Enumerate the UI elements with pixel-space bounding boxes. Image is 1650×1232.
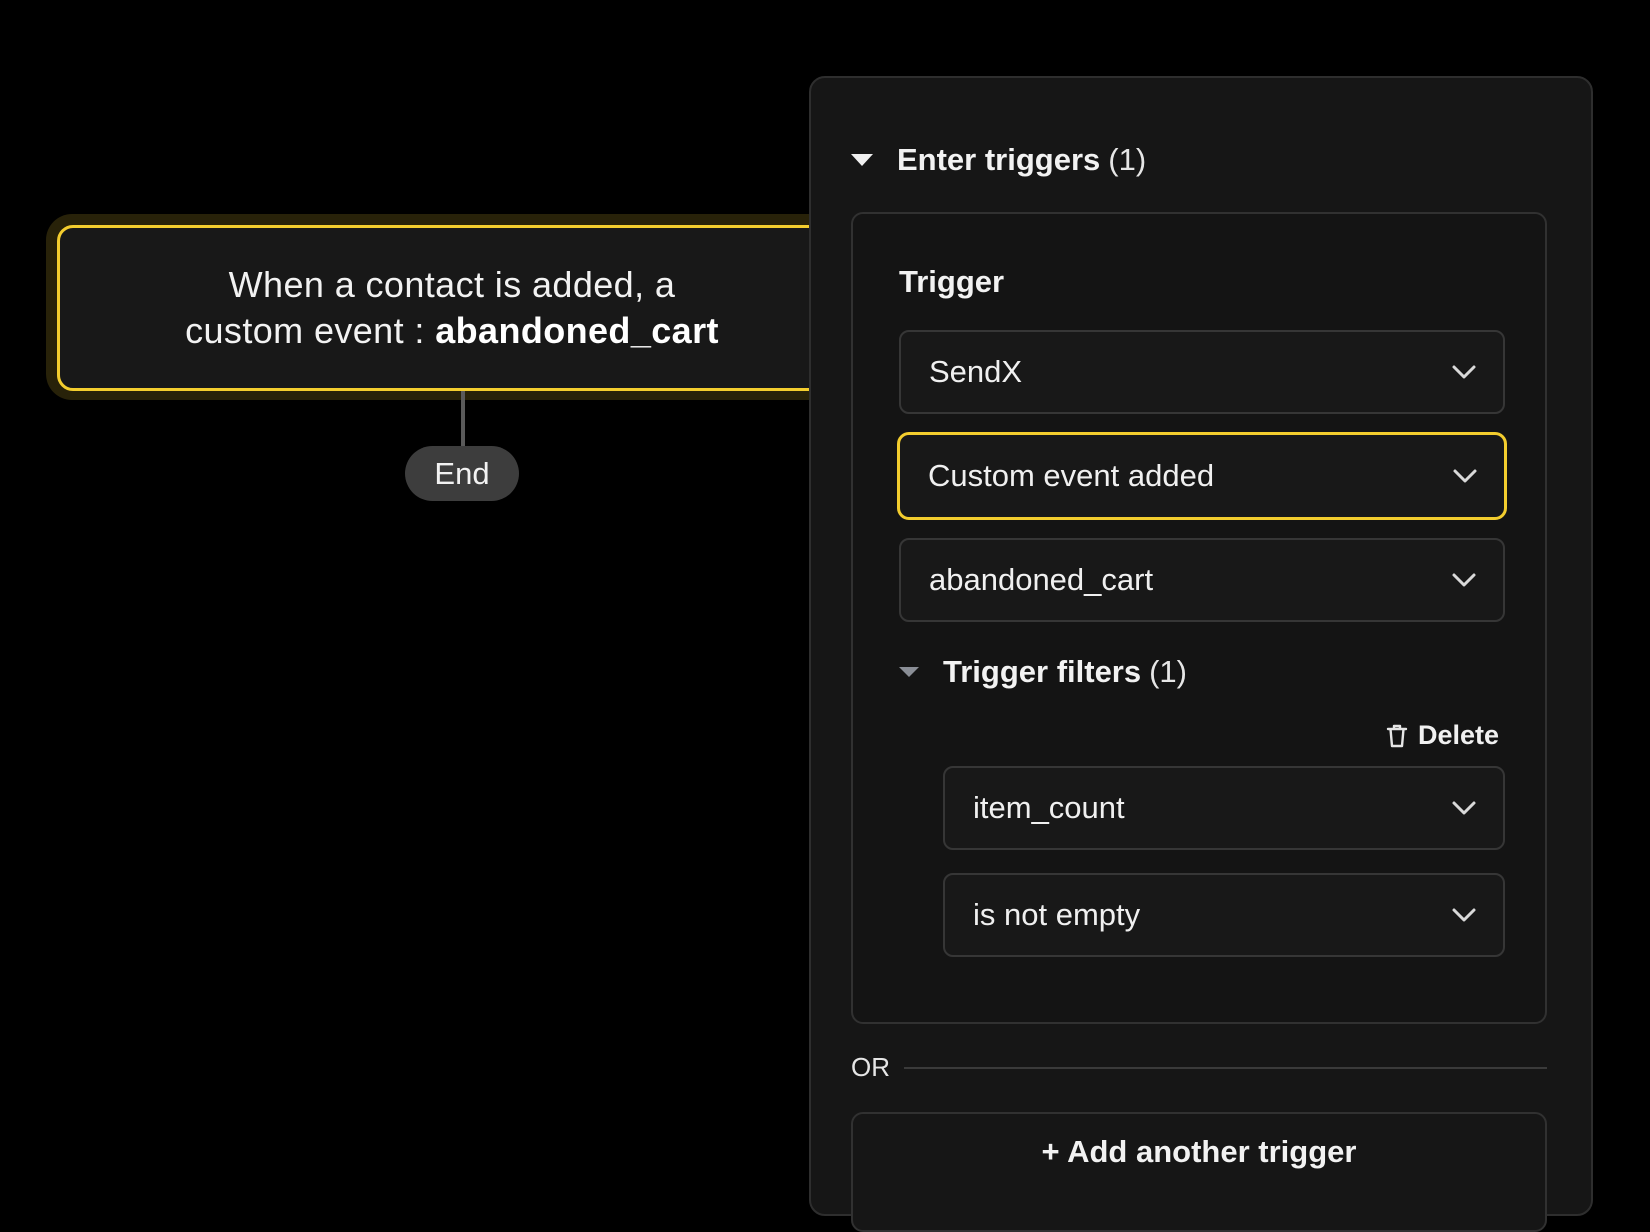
caret-down-icon [851,154,873,166]
trigger-filters-toggle[interactable]: Trigger filters (1) [899,654,1187,690]
trigger-label: Trigger [899,264,1005,299]
node-text-prefix: custom event : [185,310,436,351]
trigger-node[interactable]: When a contact is added, a custom event … [57,225,847,391]
trigger-event-name-select[interactable]: abandoned_cart [899,538,1505,622]
filter-operator-value: is not empty [973,897,1141,932]
chevron-down-icon [1453,469,1477,483]
divider-line [904,1066,1547,1069]
or-divider: OR [851,1052,1547,1083]
trigger-filters-count: (1) [1149,654,1187,689]
or-label: OR [851,1052,890,1082]
trigger-card: Trigger SendX Custom event added abandon… [851,212,1547,1024]
chevron-down-icon [1452,365,1476,379]
add-trigger-label: + Add another trigger [1041,1134,1357,1169]
enter-triggers-count: (1) [1108,142,1147,177]
trigger-source-select[interactable]: SendX [899,330,1505,414]
node-event-name: abandoned_cart [435,310,719,351]
trigger-event-type-select[interactable]: Custom event added [897,432,1507,520]
delete-label: Delete [1417,720,1499,750]
delete-filter-button[interactable]: Delete [1386,720,1499,751]
chevron-down-icon [1452,908,1476,922]
node-text-line-2: custom event : abandoned_cart [82,308,822,354]
chevron-down-icon [1452,573,1476,587]
filter-field-select[interactable]: item_count [943,766,1505,850]
filter-operator-select[interactable]: is not empty [943,873,1505,957]
enter-triggers-title: Enter triggers [897,142,1101,177]
trigger-source-value: SendX [929,354,1023,389]
caret-down-icon [899,667,919,677]
enter-triggers-toggle[interactable]: Enter triggers (1) [851,142,1146,178]
add-another-trigger-button[interactable]: + Add another trigger [851,1112,1547,1232]
trigger-event-type-value: Custom event added [928,458,1215,493]
trash-icon [1386,724,1408,747]
trigger-event-name-value: abandoned_cart [929,562,1154,597]
chevron-down-icon [1452,801,1476,815]
end-node[interactable]: End [405,446,519,501]
node-connector-line [461,391,465,447]
trigger-node-description: When a contact is added, a custom event … [82,262,822,354]
node-text-line-1: When a contact is added, a [228,264,676,305]
trigger-settings-panel: Enter triggers (1) Trigger SendX Custom … [809,76,1593,1232]
filter-field-value: item_count [973,790,1125,825]
trigger-filters-title: Trigger filters [943,654,1142,689]
